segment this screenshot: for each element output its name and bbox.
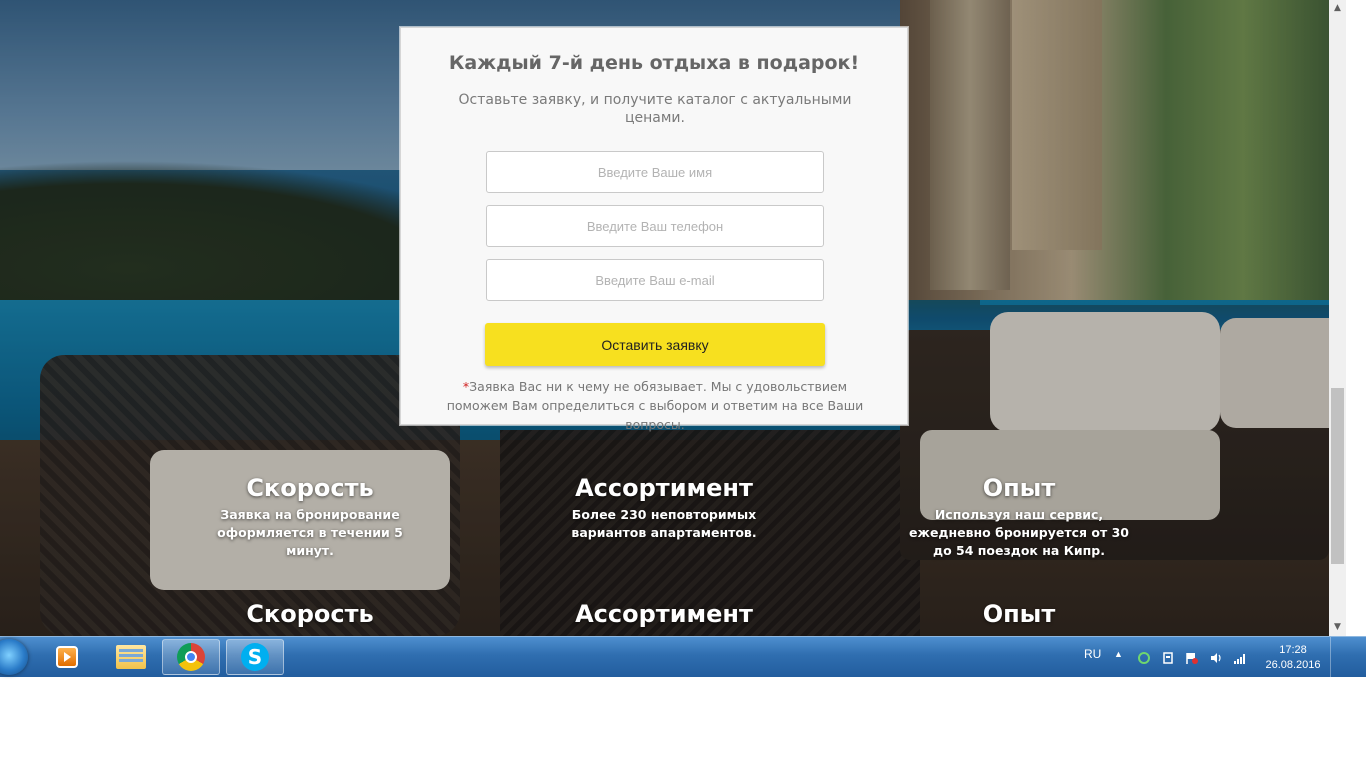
taskbar-app-skype[interactable]: S	[226, 639, 284, 675]
action-center-flag-icon[interactable]	[1185, 651, 1199, 665]
disclaimer-text: Заявка Вас ни к чему не обязывает. Мы с …	[446, 379, 864, 432]
feature-experience-2: Опыт	[908, 598, 1130, 630]
taskbar-app-media-player[interactable]	[38, 639, 96, 675]
windows-taskbar: S RU ▲ 17:28 26.08.2016	[0, 636, 1366, 677]
feature-experience: Опыт Используя наш сервис, ежедневно бро…	[908, 472, 1130, 560]
feature-speed-2: Скорость	[200, 598, 420, 630]
feature-assortment: Ассортимент Более 230 неповторимых вариа…	[564, 472, 764, 542]
name-input[interactable]	[486, 151, 824, 193]
volume-icon[interactable]	[1209, 651, 1223, 665]
submit-request-button[interactable]: Оставить заявку	[485, 323, 825, 366]
feature-title: Ассортимент	[575, 600, 753, 628]
taskbar-app-explorer[interactable]	[102, 639, 160, 675]
form-title: Каждый 7-й день отдыха в подарок!	[448, 52, 860, 74]
form-disclaimer: *Заявка Вас ни к чему не обязывает. Мы с…	[431, 377, 879, 434]
show-hidden-icons-arrow-icon[interactable]: ▲	[1114, 649, 1123, 689]
system-clock[interactable]: 17:28 26.08.2016	[1262, 643, 1324, 673]
vertical-scrollbar[interactable]: ▲ ▼	[1329, 0, 1346, 636]
skype-icon: S	[241, 643, 269, 671]
feature-title: Опыт	[982, 474, 1056, 502]
network-signal-icon[interactable]	[1233, 651, 1247, 665]
language-indicator[interactable]: RU	[1084, 647, 1101, 687]
media-player-icon	[56, 646, 78, 668]
start-button[interactable]	[0, 639, 28, 675]
sync-icon[interactable]	[1137, 651, 1151, 665]
scroll-up-arrow-icon[interactable]: ▲	[1329, 0, 1346, 17]
feature-title: Скорость	[246, 474, 374, 502]
feature-text: Используя наш сервис, ежедневно бронируе…	[909, 507, 1129, 558]
feature-text: Более 230 неповторимых вариантов апартам…	[571, 507, 757, 540]
feature-assortment-2: Ассортимент	[564, 598, 764, 630]
taskbar-app-chrome[interactable]	[162, 639, 220, 675]
request-form-card: Каждый 7-й день отдыха в подарок! Оставь…	[400, 27, 908, 432]
safely-remove-hardware-icon[interactable]	[1161, 651, 1175, 665]
clock-date: 26.08.2016	[1265, 659, 1321, 671]
feature-title: Скорость	[246, 600, 374, 628]
scroll-down-arrow-icon[interactable]: ▼	[1329, 619, 1346, 636]
feature-speed: Скорость Заявка на бронирование оформляе…	[200, 472, 420, 560]
feature-title: Ассортимент	[575, 474, 753, 502]
scroll-thumb[interactable]	[1331, 388, 1344, 564]
folder-icon	[116, 645, 146, 669]
form-subtitle: Оставьте заявку, и получите каталог с ак…	[458, 92, 852, 126]
chrome-icon	[177, 643, 205, 671]
email-input[interactable]	[486, 259, 824, 301]
feature-text: Заявка на бронирование оформляется в теч…	[217, 507, 403, 558]
page-viewport: Каждый 7-й день отдыха в подарок! Оставь…	[0, 0, 1329, 636]
phone-input[interactable]	[486, 205, 824, 247]
feature-title: Опыт	[982, 600, 1056, 628]
clock-time: 17:28	[1279, 644, 1307, 656]
show-desktop-button[interactable]	[1330, 637, 1366, 677]
